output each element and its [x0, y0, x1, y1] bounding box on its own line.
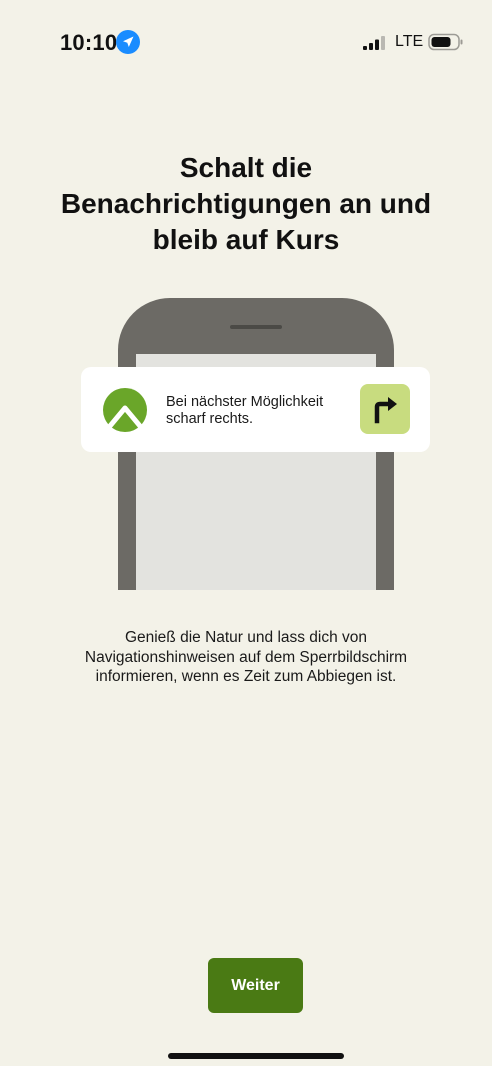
continue-button[interactable]: Weiter [208, 958, 303, 1013]
page-title-line-2: Benachrichtigungen an und [60, 188, 432, 219]
cellular-signal-icon [363, 36, 387, 50]
page-title: Schalt die Benachrichtigungen an und ble… [30, 150, 462, 258]
notification-message: Bei nächster Möglichkeit scharf rechts. [166, 394, 323, 428]
description-line-3: informieren, wenn es Zeit zum Abbiegen i… [95, 668, 397, 685]
turn-right-arrow-icon [360, 384, 410, 434]
notification-line-2: scharf rechts. [166, 411, 254, 427]
description-text: Genieß die Natur und lass dich von Navig… [40, 628, 452, 687]
network-type-label: LTE [395, 33, 424, 50]
status-bar: 10:10 LTE [0, 0, 492, 80]
page-title-line-1: Schalt die [179, 152, 313, 183]
lock-screen-illustration: Bei nächster Möglichkeit scharf rechts. [0, 295, 492, 590]
komoot-logo-icon [103, 388, 147, 432]
page-title-line-3: bleib auf Kurs [152, 224, 340, 255]
description-line-1: Genieß die Natur und lass dich von [124, 629, 368, 646]
notification-preview-card: Bei nächster Möglichkeit scharf rechts. [81, 367, 430, 452]
notification-line-1: Bei nächster Möglichkeit [166, 394, 324, 410]
phone-speaker [230, 325, 282, 329]
status-time: 10:10 [60, 30, 118, 55]
location-arrow-icon [116, 30, 140, 54]
home-indicator[interactable] [168, 1053, 344, 1059]
battery-icon [428, 33, 464, 51]
description-line-2: Navigationshinweisen auf dem Sperrbildsc… [84, 648, 408, 666]
